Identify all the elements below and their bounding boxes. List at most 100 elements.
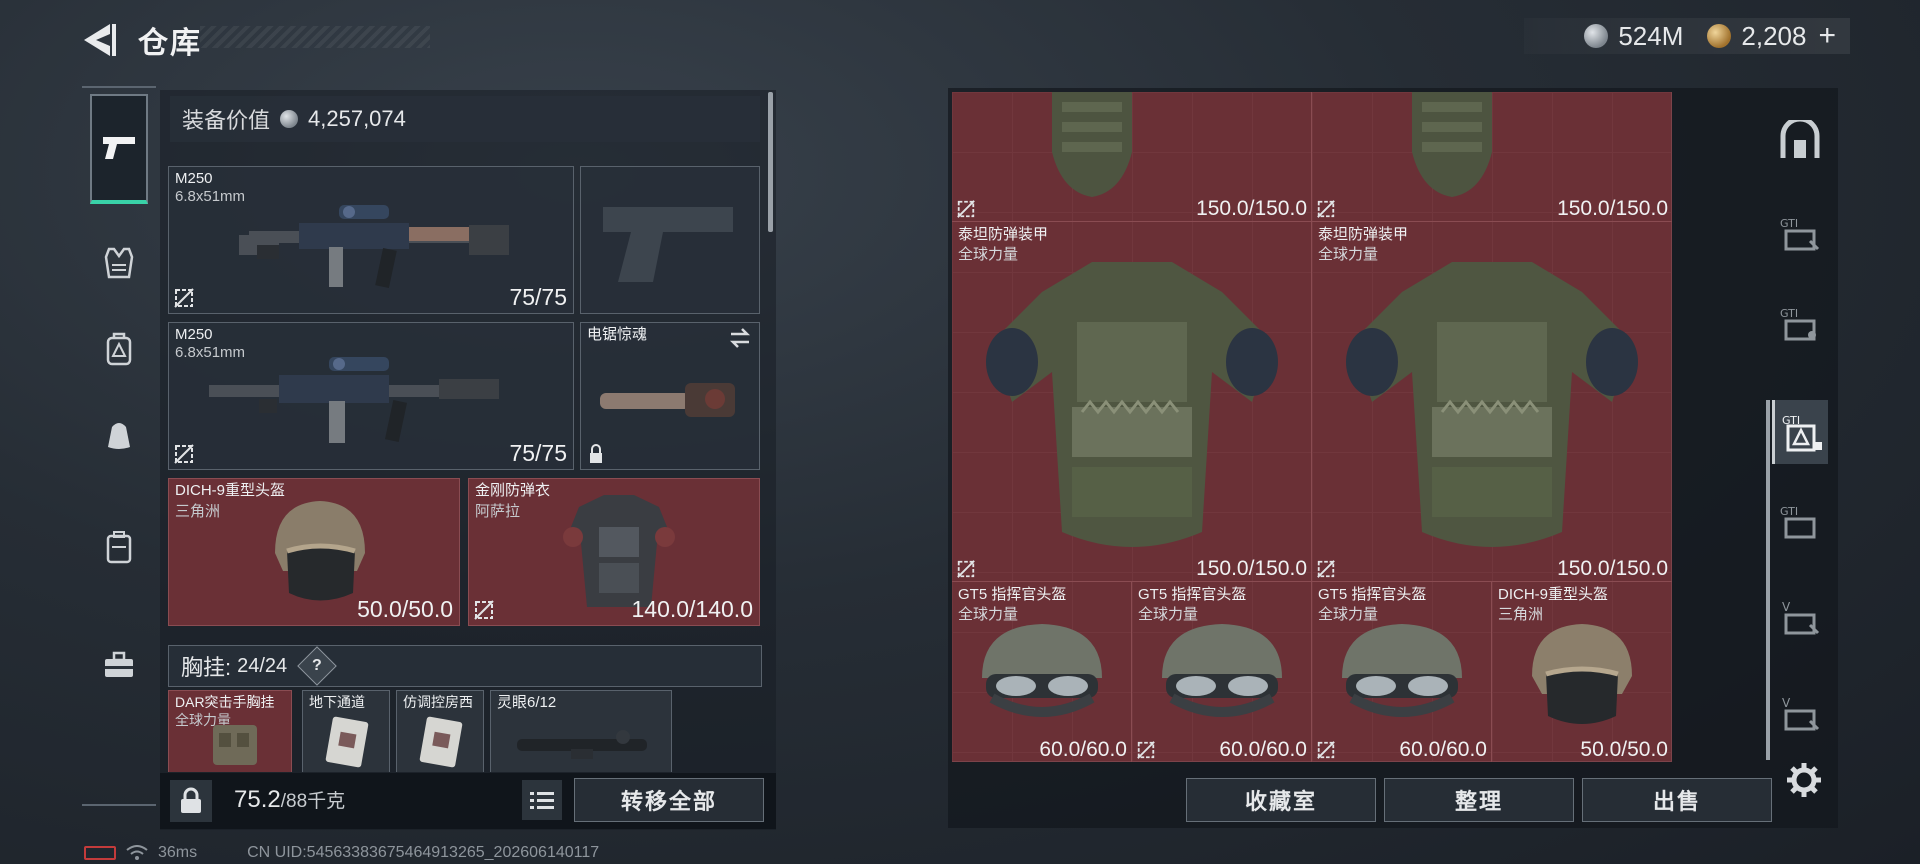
lock-loadout-button[interactable] [170, 780, 212, 822]
no-insurance-icon [957, 200, 975, 218]
category-weapons[interactable] [90, 94, 148, 204]
gti-case-icon: GTI [1780, 307, 1816, 341]
chest-rig-header: 胸挂: 24/24 ? [168, 645, 762, 687]
stash-scrollbar[interactable] [1766, 400, 1770, 760]
stash-item-armor[interactable]: 150.0/150.0 [1312, 92, 1672, 222]
weight-current: 75.2 [234, 786, 281, 813]
stash-tab-case-2[interactable]: GTI [1772, 296, 1828, 352]
equipment-value-label: 装备价值 [182, 108, 271, 133]
sell-button[interactable]: 出售 [1582, 778, 1772, 822]
stash-item-titan-armor[interactable]: 泰坦防弹装甲 全球力量 150.0/150.0 [1312, 222, 1672, 582]
m250-rifle-image [209, 357, 499, 443]
item-durability: 150.0/150.0 [1557, 197, 1668, 220]
list-view-button[interactable] [522, 780, 562, 820]
rig-item-key[interactable]: 仿调控房西 [396, 690, 484, 772]
back-button[interactable] [80, 20, 120, 60]
gt5-helmet-image [1162, 624, 1282, 717]
gold-balance: 2,208 [1741, 20, 1807, 51]
loadout-scrollbar[interactable] [768, 92, 773, 232]
armor-vest-icon [104, 247, 134, 279]
stash-item-titan-armor[interactable]: 泰坦防弹装甲 全球力量 150.0/150.0 [952, 222, 1312, 582]
item-name: GT5 指挥官头盔 [1138, 586, 1247, 603]
no-insurance-icon [957, 560, 975, 578]
helmet-source: 三角洲 [175, 503, 221, 520]
battery-icon [84, 846, 116, 860]
svg-text:V: V [1782, 696, 1791, 710]
category-pouch[interactable] [90, 406, 148, 464]
category-armor[interactable] [90, 234, 148, 292]
lock-icon [181, 787, 201, 813]
stash-item-dich9-helmet[interactable]: DICH-9重型头盔 三角洲 50.0/50.0 [1492, 582, 1672, 762]
stash-tab-gti-tech[interactable]: GTI [1772, 400, 1828, 464]
keycard-image [419, 716, 463, 768]
item-durability: 60.0/60.0 [1399, 738, 1487, 761]
silver-coin-icon [1584, 24, 1609, 48]
svg-text:GTI: GTI [1780, 505, 1798, 518]
gti-case-icon: GTI [1780, 217, 1820, 251]
chest-rig-capacity: 24/24 [237, 654, 288, 677]
armor-slot[interactable]: 金刚防弹衣 阿萨拉 140.0/140.0 [468, 478, 760, 626]
primary-weapon-slot-1[interactable]: M250 6.8x51mm 75/75 [168, 166, 574, 314]
primary-weapon-slot-2[interactable]: M250 6.8x51mm 75/75 [168, 322, 574, 470]
stash-tab-v-case-1[interactable]: V [1772, 590, 1828, 646]
transfer-all-button[interactable]: 转移全部 [574, 778, 764, 822]
gt5-helmet-image [982, 624, 1102, 717]
item-durability: 150.0/150.0 [1557, 557, 1668, 580]
keycard-image [325, 716, 369, 768]
add-currency-button[interactable]: + [1818, 19, 1836, 53]
collection-room-button[interactable]: 收藏室 [1186, 778, 1376, 822]
item-name: 泰坦防弹装甲 [958, 226, 1049, 243]
chest-rig-item[interactable]: DAR突击手胸挂 全球力量 [168, 690, 292, 772]
category-case[interactable] [90, 518, 148, 576]
svg-text:GTI: GTI [1780, 307, 1798, 320]
svg-text:V: V [1782, 600, 1791, 614]
stash-item-armor[interactable]: 150.0/150.0 [952, 92, 1312, 222]
v-case-icon: V [1782, 696, 1820, 731]
melee-slot[interactable]: 电锯惊魂 [580, 322, 760, 470]
stash-tabs: GTI GTI GTI GTI V V [1772, 100, 1828, 750]
stash-item-gt5-helmet[interactable]: GT5 指挥官头盔 全球力量 60.0/60.0 [1132, 582, 1312, 762]
item-name: 泰坦防弹装甲 [1318, 226, 1409, 243]
weapon-name: M250 [175, 170, 213, 187]
pistol-icon [103, 137, 135, 159]
equipment-value: 装备价值 4,257,074 [170, 96, 760, 142]
category-backpack[interactable] [90, 320, 148, 378]
settings-button[interactable] [1786, 762, 1822, 798]
chainsaw-image [600, 383, 735, 417]
helmet-slot[interactable]: DICH-9重型头盔 三角洲 50.0/50.0 [168, 478, 460, 626]
stash-tab-v-case-2[interactable]: V [1772, 686, 1828, 742]
no-insurance-icon [1317, 741, 1335, 759]
svg-text:GTI: GTI [1780, 217, 1798, 230]
rig-item-key[interactable]: 地下通道 [302, 690, 390, 772]
help-button[interactable]: ? [297, 646, 337, 686]
titan-armor-image [1412, 92, 1492, 197]
category-tools[interactable] [90, 636, 148, 694]
help-icon: ? [312, 657, 323, 674]
no-insurance-icon [174, 288, 194, 308]
item-name: GT5 指挥官头盔 [958, 586, 1067, 603]
m250-rifle-image [239, 205, 509, 289]
gate-icon [1780, 120, 1820, 158]
gti-case-icon: GTI [1780, 505, 1816, 539]
swap-icon[interactable] [727, 327, 753, 349]
stash-item-gt5-helmet[interactable]: GT5 指挥官头盔 全球力量 60.0/60.0 [952, 582, 1132, 762]
pouch-icon [108, 423, 130, 449]
rig-item-scope[interactable]: 灵眼6/12 [490, 690, 672, 772]
no-insurance-icon [474, 600, 494, 620]
title-decoration [200, 26, 430, 48]
stash-tab-case-3[interactable]: GTI [1772, 494, 1828, 550]
gear-icon [1787, 763, 1821, 797]
weapon-durability: 75/75 [509, 284, 567, 310]
no-insurance-icon [174, 444, 194, 464]
weapon-durability: 75/75 [509, 440, 567, 466]
gt5-helmet-image [1342, 624, 1462, 717]
stash-tab-case-1[interactable]: GTI [1772, 206, 1828, 262]
gti-tech-icon: GTI [1782, 414, 1822, 452]
stash-tab-main[interactable] [1772, 112, 1828, 168]
sidearm-slot-empty[interactable] [580, 166, 760, 314]
chest-rig-label: 胸挂: [181, 655, 232, 680]
stash-item-gt5-helmet[interactable]: GT5 指挥官头盔 全球力量 60.0/60.0 [1312, 582, 1492, 762]
organize-button[interactable]: 整理 [1384, 778, 1574, 822]
item-name: GT5 指挥官头盔 [1318, 586, 1427, 603]
status-line: 36ms CN UID:54563383675464913265_2026061… [84, 844, 599, 862]
